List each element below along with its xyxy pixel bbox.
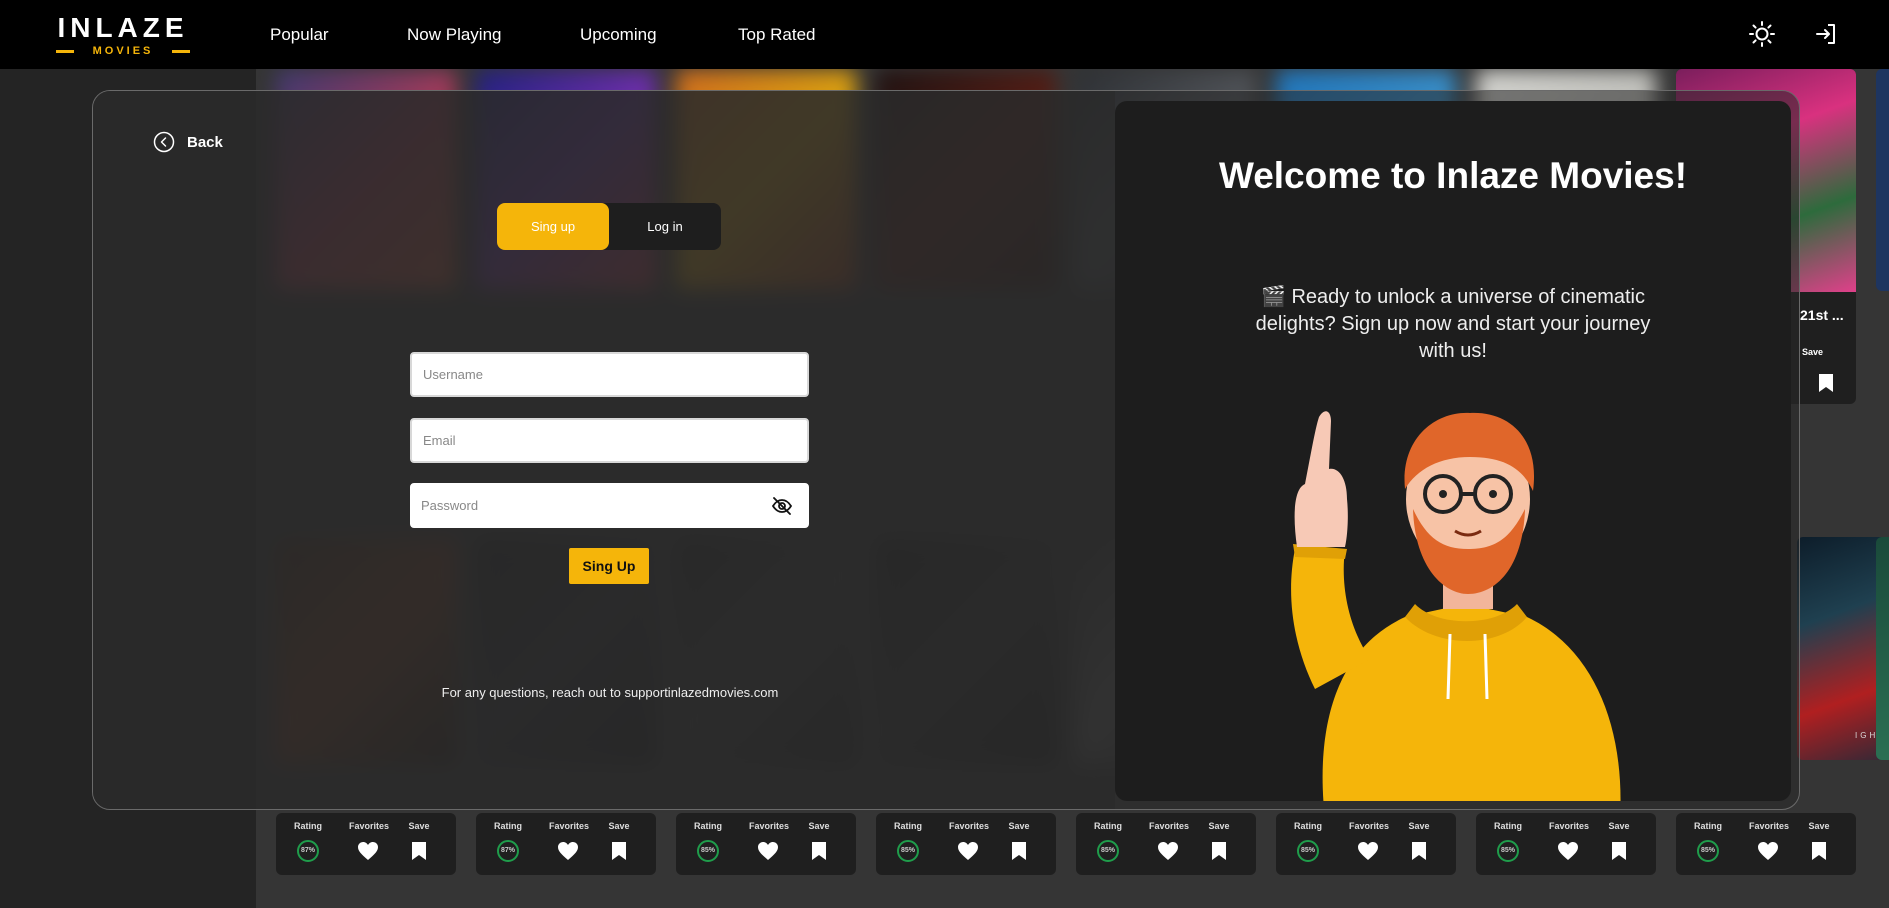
logo-line-right [172,50,190,53]
save-label: Save [608,821,630,831]
login-icon[interactable] [1812,20,1840,48]
movie-card-partial [1876,537,1889,760]
welcome-pitch: 🎬 Ready to unlock a universe of cinemati… [1255,286,1651,362]
heart-icon[interactable] [357,841,379,861]
movie-card-stats: Rating Favorites Save 85% [1676,813,1856,875]
movie-card-stats: Rating Favorites Save 85% [1276,813,1456,875]
rating-badge: 87% [297,840,319,862]
rating-label: Rating [494,821,522,831]
save-label: Save [1008,821,1030,831]
tab-login[interactable]: Log in [609,203,721,250]
bookmark-icon[interactable] [1211,841,1227,861]
welcome-panel: Welcome to Inlaze Movies! 🎬 Ready to unl… [1115,101,1791,801]
bookmark-icon[interactable] [1411,841,1427,861]
save-label: Save [1802,347,1824,357]
email-input[interactable] [412,420,807,461]
save-label: Save [1808,821,1830,831]
signup-submit-button[interactable]: Sing Up [569,548,649,584]
rating-label: Rating [294,821,322,831]
mascot-illustration [1291,411,1621,801]
signup-form-panel: Back Sing up Log in Sing Up For any ques… [93,91,1115,809]
welcome-title: Welcome to Inlaze Movies! [1218,155,1688,196]
logo-subtitle: MOVIES [92,45,154,57]
inlaze-logo[interactable]: INLAZE MOVIES [56,12,190,57]
top-navbar: INLAZE MOVIES Popular Now Playing Upcomi… [0,0,1889,69]
rating-badge: 85% [697,840,719,862]
support-footnote: For any questions, reach out to supporti… [441,685,779,700]
rating-label: Rating [1094,821,1122,831]
bookmark-icon[interactable] [411,841,427,861]
back-arrow-icon [153,131,175,153]
bookmark-icon[interactable] [811,841,827,861]
save-label: Save [808,821,830,831]
movie-card-stats: Rating Favorites Save 85% [1476,813,1656,875]
heart-icon[interactable] [1157,841,1179,861]
movie-card-stats: Rating Favorites Save 87% [276,813,456,875]
movie-card-partial [1876,69,1889,291]
save-label: Save [408,821,430,831]
rating-badge: 85% [1697,840,1719,862]
movie-card-stats: Rating Favorites Save 85% [876,813,1056,875]
rating-badge: 87% [497,840,519,862]
save-label: Save [1408,821,1430,831]
signup-modal: Back Sing up Log in Sing Up For any ques… [92,90,1800,810]
heart-icon[interactable] [957,841,979,861]
rating-badge: 85% [1497,840,1519,862]
email-field [410,418,809,463]
save-label: Save [1608,821,1630,831]
bookmark-icon[interactable] [1611,841,1627,861]
movie-title: 21st ... [1800,307,1844,323]
save-label: Save [1208,821,1230,831]
password-input[interactable] [412,485,807,526]
sun-icon[interactable] [1748,20,1776,48]
heart-icon[interactable] [757,841,779,861]
back-label: Back [187,133,223,151]
rating-badge: 85% [1097,840,1119,862]
movie-card-stats: Rating Favorites Save 85% [1076,813,1256,875]
rating-label: Rating [1494,821,1522,831]
rating-label: Rating [1294,821,1322,831]
rating-label: Rating [1694,821,1722,831]
heart-icon[interactable] [1557,841,1579,861]
rating-badge: 85% [1297,840,1319,862]
eye-off-icon[interactable] [771,496,793,516]
auth-mode-toggle: Sing up Log in [497,203,721,250]
rating-label: Rating [694,821,722,831]
heart-icon[interactable] [1357,841,1379,861]
movie-card-stats: Rating Favorites Save 85% [676,813,856,875]
rating-badge: 85% [897,840,919,862]
username-input[interactable] [412,354,807,395]
bookmark-icon[interactable] [1818,373,1834,393]
bookmark-icon[interactable] [611,841,627,861]
heart-icon[interactable] [557,841,579,861]
rating-label: Rating [894,821,922,831]
logo-wordmark: INLAZE [57,12,189,43]
back-button[interactable]: Back [153,131,223,153]
bookmark-icon[interactable] [1811,841,1827,861]
movie-card-stats: Rating Favorites Save 87% [476,813,656,875]
bookmark-icon[interactable] [1011,841,1027,861]
nav-now-playing[interactable]: Now Playing [407,24,502,46]
username-field [410,352,809,397]
heart-icon[interactable] [1757,841,1779,861]
nav-upcoming[interactable]: Upcoming [580,24,657,46]
nav-top-rated[interactable]: Top Rated [738,24,816,46]
nav-popular[interactable]: Popular [270,24,329,46]
tab-signup[interactable]: Sing up [497,203,609,250]
password-field [410,483,809,528]
